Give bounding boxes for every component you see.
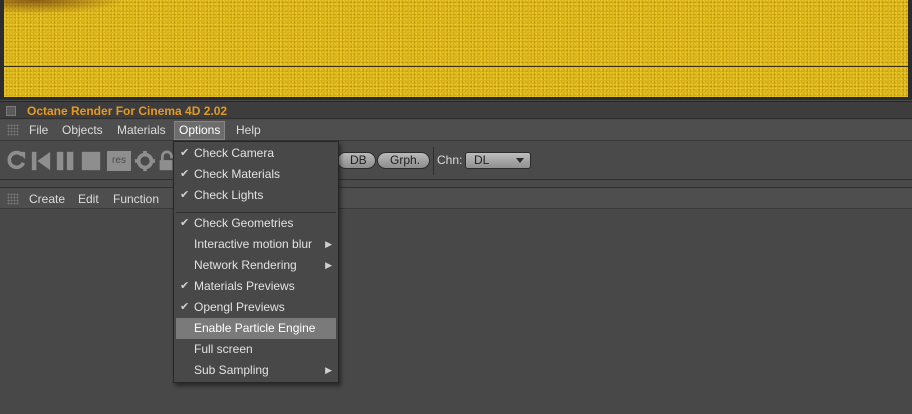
menu-item-materials-previews[interactable]: ✔ Materials Previews: [176, 276, 336, 297]
menu-materials[interactable]: Materials: [113, 123, 170, 139]
options-dropdown-menu: ✔ Check Camera ✔ Check Materials ✔ Check…: [173, 141, 339, 383]
menu-item-label: Network Rendering: [194, 258, 297, 272]
horizon-line: [4, 66, 908, 67]
menu-item-label: Sub Sampling: [194, 363, 269, 377]
channel-label: Chn:: [437, 153, 463, 167]
channel-value: DL: [474, 153, 490, 167]
checkmark-icon: ✔: [180, 189, 190, 201]
render-image: [4, 0, 908, 97]
menu-item-check-lights[interactable]: ✔ Check Lights: [176, 185, 336, 206]
checkmark-icon: ✔: [180, 301, 190, 313]
pause-icon[interactable]: [55, 150, 77, 172]
window-title: Octane Render For Cinema 4D 2.02: [27, 104, 228, 118]
render-toolbar: res DB Grph. Chn: DL: [0, 142, 912, 180]
menu-edit[interactable]: Edit: [74, 192, 103, 208]
grip-icon[interactable]: [7, 124, 19, 136]
material-menubar: Create Edit Function: [0, 187, 912, 209]
checkmark-icon: ✔: [180, 217, 190, 229]
toolbar-separator: [433, 147, 434, 175]
menu-item-label: Interactive motion blur: [194, 237, 313, 251]
menu-item-full-screen[interactable]: Full screen: [176, 339, 336, 360]
menu-item-check-geometries[interactable]: ✔ Check Geometries: [176, 213, 336, 234]
checkmark-icon: ✔: [180, 280, 190, 292]
menu-item-network-rendering[interactable]: Network Rendering ▶: [176, 255, 336, 276]
main-menubar: File Objects Materials Options Help: [0, 120, 912, 141]
stop-icon[interactable]: [80, 150, 102, 172]
menu-item-check-materials[interactable]: ✔ Check Materials: [176, 164, 336, 185]
refresh-icon[interactable]: [4, 150, 28, 172]
octane-window-titlebar: Octane Render For Cinema 4D 2.02: [0, 101, 912, 119]
menu-item-label: Check Materials: [194, 167, 281, 181]
submenu-arrow-icon: ▶: [325, 239, 332, 249]
resolution-button[interactable]: res: [107, 151, 131, 171]
menu-create[interactable]: Create: [25, 192, 69, 208]
menu-item-label: Opengl Previews: [194, 300, 285, 314]
grip-icon[interactable]: [7, 193, 19, 205]
submenu-arrow-icon: ▶: [325, 365, 332, 375]
menu-item-label: Check Geometries: [194, 216, 294, 230]
skip-start-icon[interactable]: [30, 150, 52, 172]
menu-item-interactive-motion-blur[interactable]: Interactive motion blur ▶: [176, 234, 336, 255]
menu-function[interactable]: Function: [109, 192, 163, 208]
menu-help[interactable]: Help: [232, 123, 265, 139]
menu-item-label: Materials Previews: [194, 279, 295, 293]
submenu-arrow-icon: ▶: [325, 260, 332, 270]
checkmark-icon: ✔: [180, 147, 190, 159]
menu-item-label: Check Lights: [194, 188, 264, 202]
lock-icon[interactable]: [159, 150, 173, 172]
menu-item-label: Check Camera: [194, 146, 275, 160]
menu-item-opengl-previews[interactable]: ✔ Opengl Previews: [176, 297, 336, 318]
material-manager-area[interactable]: [0, 210, 912, 414]
menu-item-label: Full screen: [194, 342, 253, 356]
chevron-down-icon: [516, 158, 524, 163]
menu-item-enable-particle-engine[interactable]: Enable Particle Engine: [176, 318, 336, 339]
checkmark-icon: ✔: [180, 168, 190, 180]
menu-options[interactable]: Options: [174, 121, 226, 140]
db-button[interactable]: DB: [337, 152, 376, 169]
graph-button[interactable]: Grph.: [377, 152, 430, 169]
gear-icon[interactable]: [134, 150, 156, 172]
close-box-icon[interactable]: [6, 106, 16, 116]
menu-item-check-camera[interactable]: ✔ Check Camera: [176, 143, 336, 164]
menu-item-label: Enable Particle Engine: [194, 321, 316, 335]
channel-select[interactable]: DL: [465, 152, 531, 169]
menu-objects[interactable]: Objects: [58, 123, 107, 139]
render-viewport: [0, 0, 912, 100]
menu-file[interactable]: File: [25, 123, 52, 139]
menu-item-sub-sampling[interactable]: Sub Sampling ▶: [176, 360, 336, 381]
